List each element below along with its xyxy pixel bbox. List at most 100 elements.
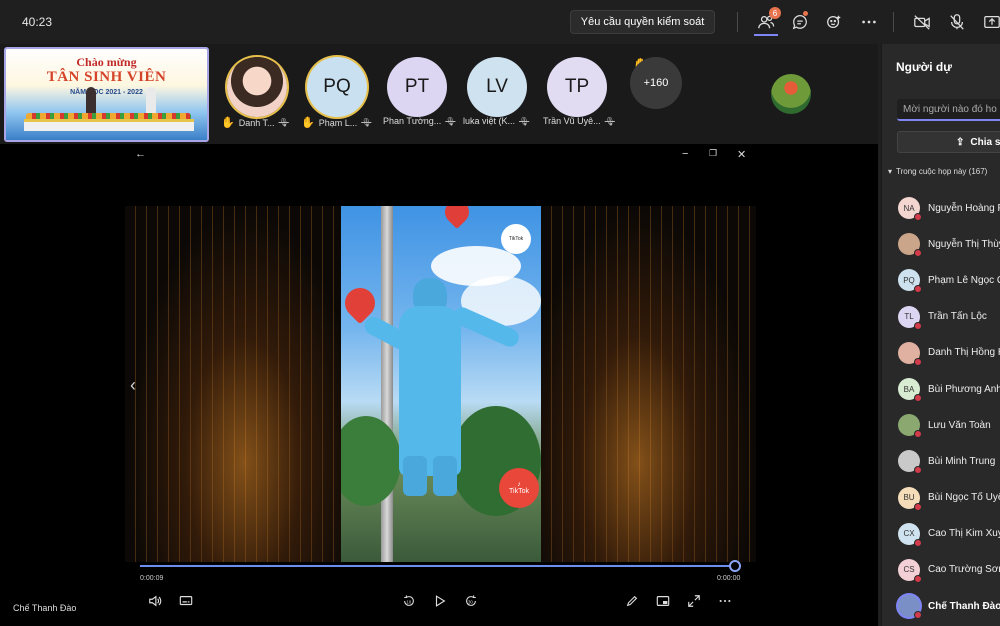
participant-video-avatar[interactable] (771, 74, 811, 114)
mic-off-icon: 🎙 (278, 118, 289, 127)
participant-tile[interactable]: LV (467, 57, 527, 117)
avatar (898, 595, 922, 620)
slide-table (24, 119, 194, 131)
player-more-button[interactable] (716, 592, 734, 610)
back-arrow-icon[interactable]: ← (135, 148, 146, 160)
svg-text:30: 30 (468, 600, 473, 605)
slide-title-line2: TÂN SINH VIÊN (46, 69, 167, 85)
avatar-initials: PQ (903, 275, 915, 285)
chat-button[interactable] (787, 10, 813, 34)
captions-button[interactable] (177, 592, 195, 610)
presence-status-icon (914, 574, 922, 583)
participant-row[interactable]: Lưu Văn Toàn (898, 407, 1000, 443)
camera-off-icon (914, 15, 930, 30)
tiktok-watermark: TikTok (501, 224, 531, 254)
participant-name: Bùi Minh Trung (928, 455, 996, 467)
mini-view-button[interactable] (654, 592, 672, 610)
participant-row[interactable]: BU Bùi Ngọc Tố Uyê (898, 480, 1000, 516)
participant-name: Trần Tấn Lộc (928, 311, 987, 323)
avatar: TL (898, 305, 922, 330)
avatar-initials: CS (903, 565, 915, 575)
participant-initials: TP (564, 76, 590, 97)
mic-off-icon: 🎙 (519, 116, 530, 126)
participant-row[interactable]: BA Bùi Phương Anh (898, 371, 1000, 407)
participant-row[interactable]: NA Nguyễn Hoàng P (898, 190, 1000, 226)
participant-initials: PQ (323, 76, 351, 97)
close-icon[interactable]: ✕ (737, 148, 746, 161)
participant-row[interactable]: CX Cao Thị Kim Xuy (898, 516, 1000, 552)
participant-row[interactable]: Chế Thanh Đào (898, 588, 1000, 624)
presence-status-icon (914, 611, 922, 620)
fullscreen-button[interactable] (685, 592, 703, 610)
participant-row[interactable]: TL Trần Tấn Lộc (898, 299, 1000, 335)
slide-year: NĂM HỌC 2021 - 2022 (70, 89, 143, 96)
reactions-button[interactable] (821, 10, 847, 34)
participant-tile[interactable]: TP (547, 57, 607, 117)
forward-30-icon: 30 (466, 595, 476, 606)
previous-chevron-icon[interactable]: ‹ (130, 375, 136, 396)
raised-hand-icon: ✋ (301, 117, 315, 129)
avatar-initials: TL (904, 312, 914, 322)
participant-name: Lưu Văn Toàn (928, 419, 991, 431)
avatar-initials: BA (903, 384, 915, 394)
presence-status-icon (914, 249, 922, 258)
presence-status-icon (914, 213, 922, 222)
more-horizontal-icon (862, 20, 876, 24)
participant-row[interactable]: CS Cao Trường Sơn (898, 552, 1000, 588)
invite-search-input[interactable]: Mời người nào đó ho (897, 99, 1000, 121)
share-invite-button[interactable]: ⇪ Chia s (897, 131, 1000, 153)
participant-name: luka việt (K... (463, 116, 516, 126)
participant-label: luka việt (K... 🎙 (463, 116, 529, 126)
more-actions-button[interactable] (856, 10, 882, 34)
participant-tile[interactable]: PT (387, 57, 447, 117)
bokeh-background-left (125, 206, 341, 562)
volume-button[interactable] (146, 592, 164, 610)
rewind-10-button[interactable]: 10 (400, 592, 418, 610)
toolbar-divider (893, 12, 894, 32)
participants-count-badge: 6 (769, 7, 781, 19)
avatar: CS (898, 558, 922, 583)
participants-button[interactable]: 6 (753, 7, 781, 34)
participant-name: Phạm L... (318, 117, 358, 128)
participant-row[interactable]: Danh Thị Hồng H (898, 335, 1000, 371)
edit-button[interactable] (623, 592, 641, 610)
avatar-initials: BU (903, 493, 915, 503)
play-button[interactable] (431, 592, 449, 610)
pencil-icon (626, 595, 638, 607)
participant-tile[interactable]: PQ (307, 57, 367, 117)
restore-icon[interactable]: ❐ (709, 148, 717, 159)
avatar-initials: CX (903, 529, 915, 539)
end-time: 0:00:00 (717, 575, 741, 582)
participant-tile[interactable] (227, 57, 287, 117)
presence-status-icon (914, 502, 922, 511)
participant-name: Nguyễn Thị Thùy (928, 238, 1000, 250)
more-horizontal-icon (719, 599, 731, 603)
video-frame[interactable]: TikTok ♪ TikTok (125, 206, 756, 562)
active-tab-indicator (754, 34, 778, 36)
camera-toggle-button[interactable] (909, 10, 935, 34)
share-content-button[interactable] (979, 10, 1000, 34)
participant-name: Phạm Lê Ngọc Q (928, 274, 1000, 286)
utility-pole (381, 206, 393, 562)
avatar (898, 450, 922, 475)
minimize-icon[interactable]: − (682, 148, 688, 160)
mic-toggle-button[interactable] (944, 10, 970, 34)
expand-icon (688, 595, 700, 607)
participant-row[interactable]: PQ Phạm Lê Ngọc Q (898, 262, 1000, 298)
request-control-button[interactable]: Yêu cầu quyền kiểm soát (570, 10, 715, 34)
progress-handle[interactable] (729, 560, 741, 572)
svg-text:10: 10 (406, 600, 411, 605)
participant-name: Cao Thị Kim Xuy (928, 528, 1000, 540)
participant-name: Bùi Phương Anh (928, 383, 1000, 395)
forward-30-button[interactable]: 30 (462, 592, 480, 610)
progress-track[interactable] (140, 565, 736, 567)
in-meeting-section-header[interactable]: ▾ Trong cuộc họp này (167) (888, 167, 987, 176)
presence-status-icon (914, 430, 922, 439)
participant-row[interactable]: Nguyễn Thị Thùy (898, 226, 1000, 262)
participant-name: Danh Thị Hồng H (928, 347, 1000, 359)
caret-down-icon: ▾ (888, 167, 893, 176)
more-participants-button[interactable]: +160 (630, 57, 682, 109)
participant-row[interactable]: Bùi Minh Trung (898, 443, 1000, 479)
presence-status-icon (914, 394, 922, 403)
shared-slide-thumbnail[interactable]: Chào mừng TÂN SINH VIÊN NĂM HỌC 2021 - 2… (4, 47, 209, 142)
